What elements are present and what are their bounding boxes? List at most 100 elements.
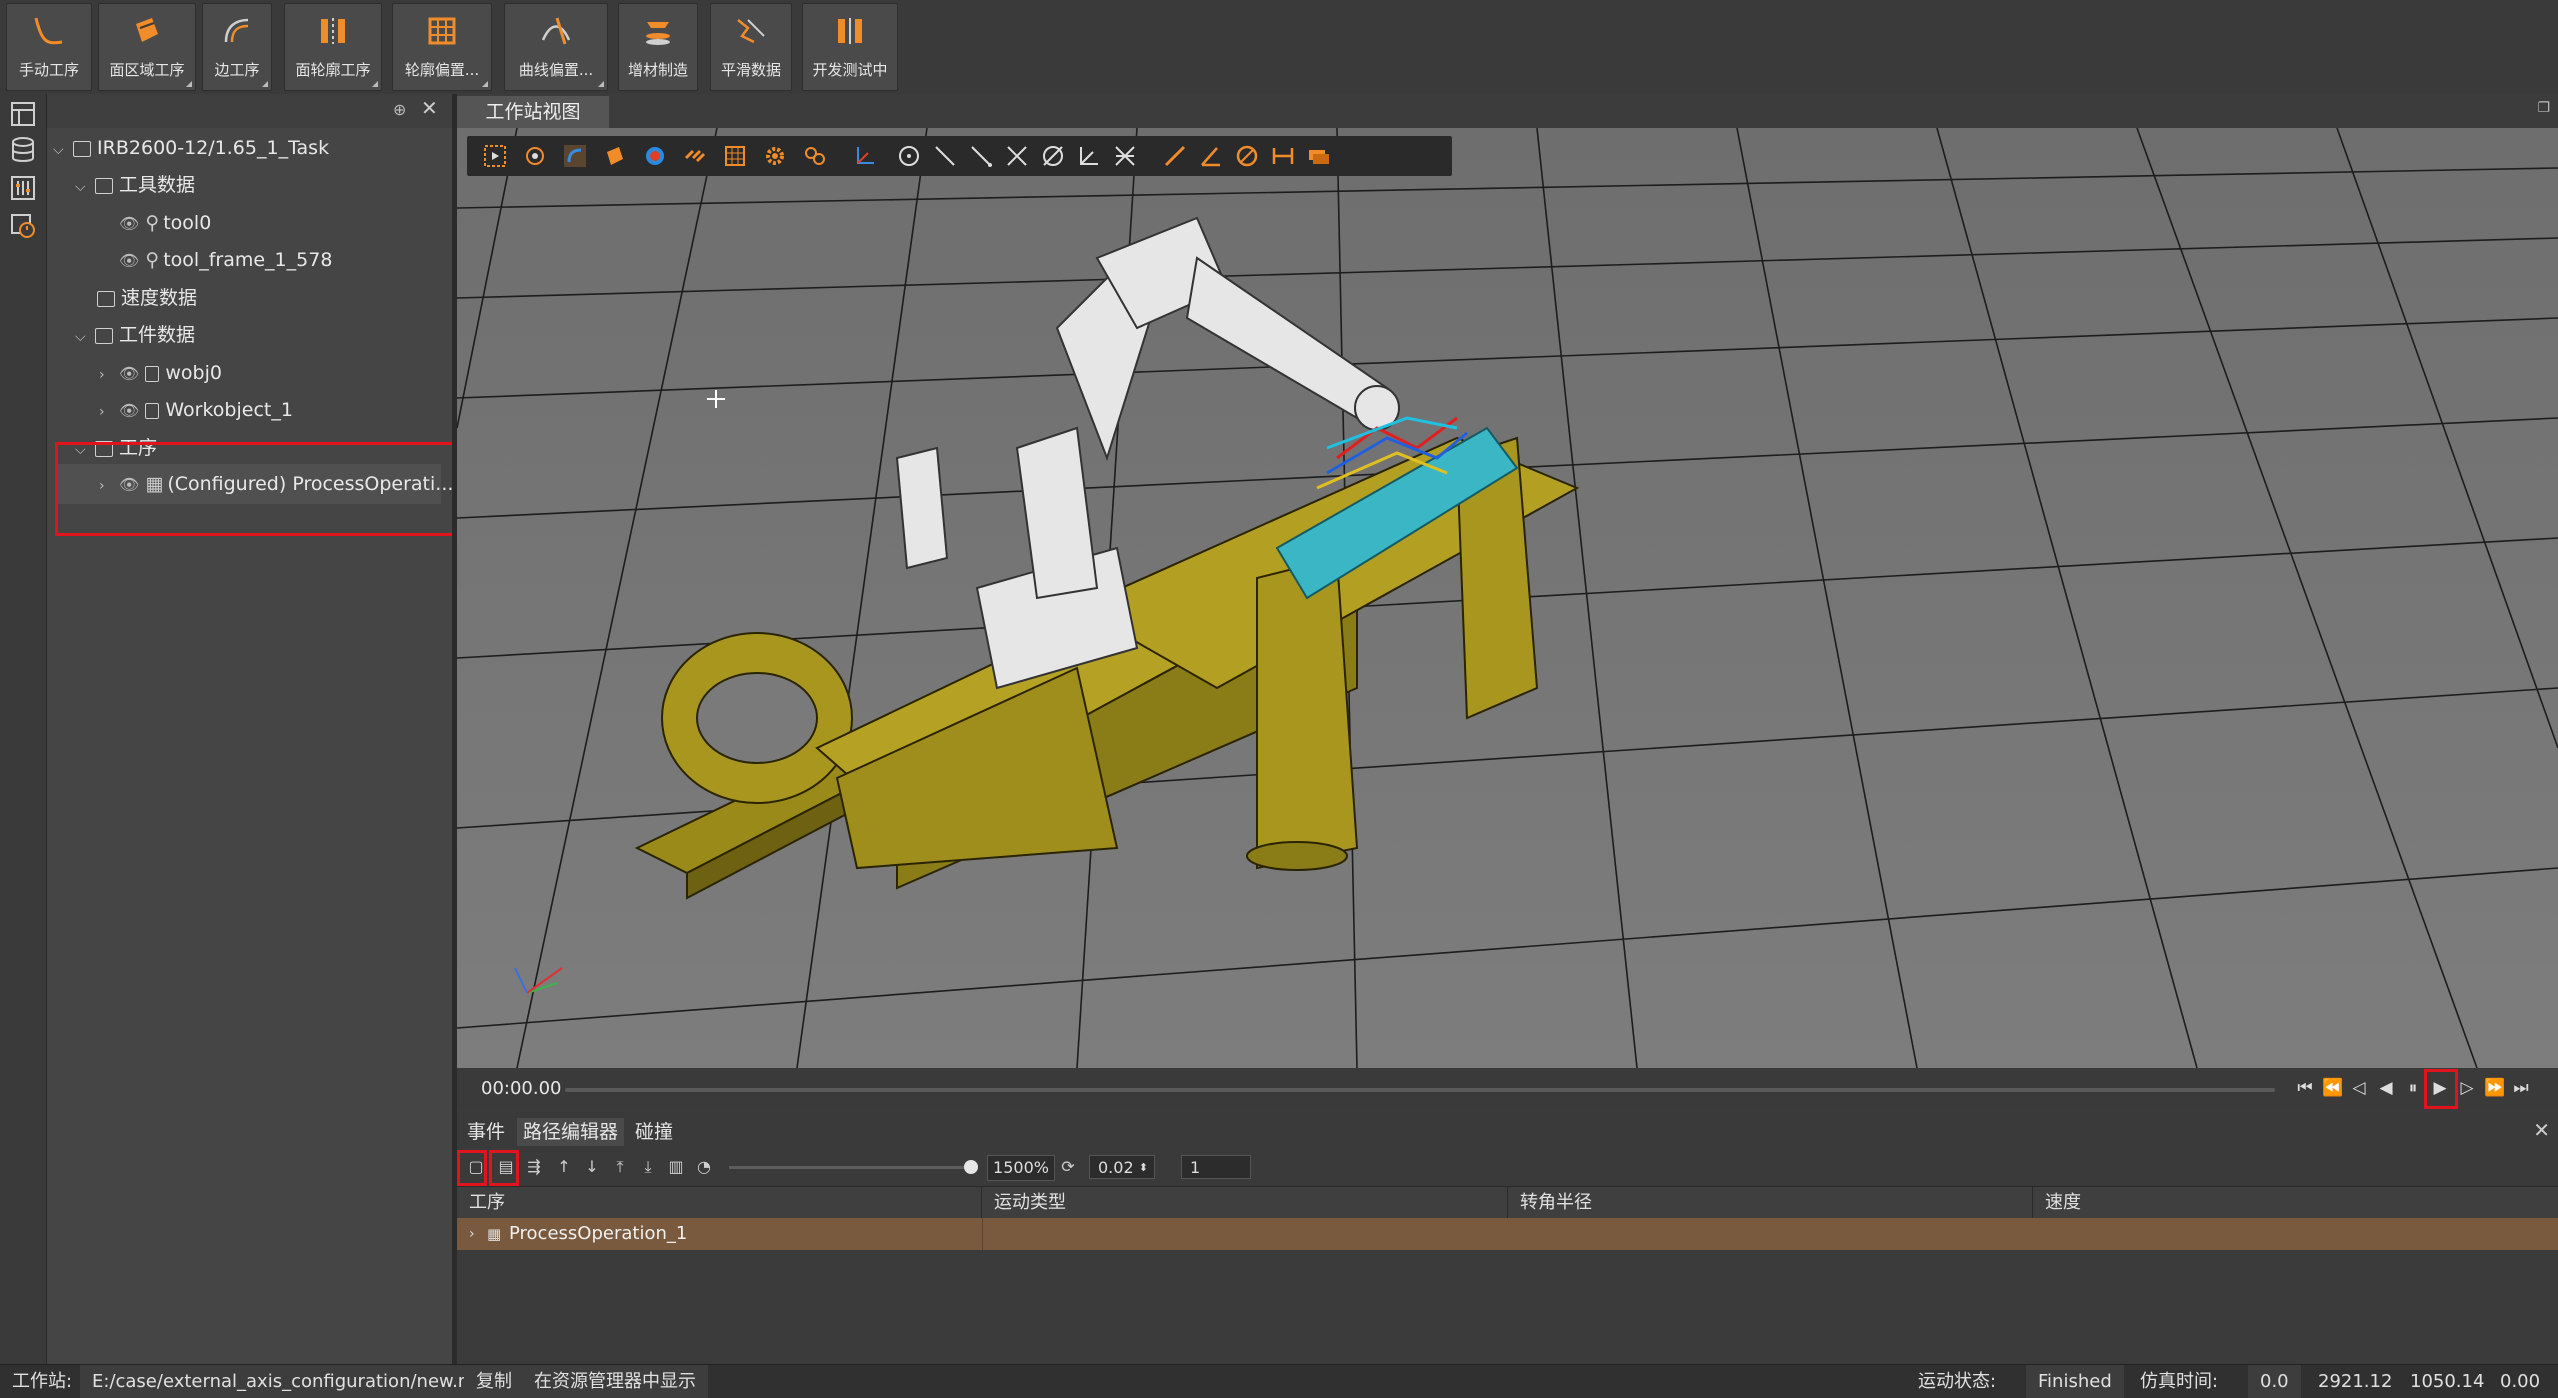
smooth-data-button[interactable]: 平滑数据 xyxy=(710,3,792,91)
measure-angle-icon[interactable] xyxy=(1199,144,1223,168)
station-label: 工作站: xyxy=(12,1371,73,1392)
skip-end-icon[interactable]: ⏭ xyxy=(2511,1078,2531,1098)
measure-circle-icon[interactable] xyxy=(1235,144,1259,168)
step-back-icon[interactable]: ⏪ xyxy=(2322,1078,2343,1098)
column-process[interactable]: 工序 xyxy=(457,1187,982,1219)
tab-events[interactable]: 事件 xyxy=(461,1118,511,1146)
body-select-icon[interactable] xyxy=(643,144,667,168)
measure-line-icon[interactable] xyxy=(1163,144,1187,168)
tab-collision[interactable]: 碰撞 xyxy=(629,1118,679,1146)
tree-item-tool-frame[interactable]: 👁 ⚲ tool_frame_1_578 xyxy=(119,243,332,277)
step-forward-icon[interactable]: ⏩ xyxy=(2484,1078,2505,1098)
gears-icon[interactable] xyxy=(803,144,827,168)
tree-item-tool-data[interactable]: ⌵ 工具数据 xyxy=(75,168,195,202)
dev-test-button[interactable]: 开发测试中 xyxy=(802,3,898,91)
move-bottom-icon[interactable]: ⤓ xyxy=(637,1156,659,1178)
intersect-icon[interactable] xyxy=(1005,144,1029,168)
tree-item-workpiece-data[interactable]: ⌵ 工件数据 xyxy=(75,318,195,352)
eye-icon[interactable]: 👁 xyxy=(119,394,139,428)
spin-arrows-icon[interactable]: ⬍ xyxy=(1139,1156,1148,1180)
close-icon[interactable]: ✕ xyxy=(2533,1118,2550,1142)
eye-icon[interactable]: 👁 xyxy=(119,207,139,241)
smooth-icon xyxy=(737,19,765,44)
additive-manufacturing-button[interactable]: 增材制造 xyxy=(618,3,698,91)
angle-icon[interactable] xyxy=(1077,144,1101,168)
tab-path-editor[interactable]: 路径编辑器 xyxy=(517,1118,625,1146)
copy-button[interactable]: 复制 xyxy=(464,1365,524,1398)
export-icon[interactable]: ⇶ xyxy=(523,1156,545,1178)
line-endpoint-icon[interactable] xyxy=(969,144,993,168)
curve-select-icon[interactable] xyxy=(563,144,587,168)
axes-icon[interactable] xyxy=(853,144,877,168)
speed-slider[interactable] xyxy=(729,1166,973,1169)
cross-grid-icon[interactable] xyxy=(1113,144,1137,168)
ribbon-button-label: 增材制造 xyxy=(627,61,688,79)
view-tab-bar: 工作站视图 ❐ xyxy=(457,94,2558,128)
chain-select-icon[interactable] xyxy=(683,144,707,168)
tree-item-wobj0[interactable]: › 👁 wobj0 xyxy=(99,356,222,390)
column-motion-type[interactable]: 运动类型 xyxy=(982,1187,1508,1219)
table-row[interactable]: › ▦ ProcessOperation_1 xyxy=(457,1218,2558,1250)
tab-workstation-view[interactable]: 工作站视图 xyxy=(457,96,609,128)
database-icon[interactable] xyxy=(9,136,37,164)
pause-icon[interactable]: ⏸ xyxy=(2403,1078,2423,1098)
process-target-icon[interactable] xyxy=(9,212,37,240)
column-speed[interactable]: 速度 xyxy=(2033,1187,2558,1219)
tree-item-workobject1[interactable]: › 👁 Workobject_1 xyxy=(99,393,293,427)
move-up-icon[interactable]: ↑ xyxy=(553,1156,575,1178)
sliders-icon[interactable] xyxy=(9,174,37,202)
move-down-icon[interactable]: ↓ xyxy=(581,1156,603,1178)
edge-process-button[interactable]: 边工序 xyxy=(202,3,272,91)
tree-item-task[interactable]: ⌵ IRB2600-12/1.65_1_Task xyxy=(53,131,329,165)
layout-icon[interactable] xyxy=(9,100,37,128)
chart-icon[interactable]: ▥ xyxy=(665,1156,687,1178)
measure-distance-icon[interactable] xyxy=(1271,144,1295,168)
restore-icon[interactable]: ❐ xyxy=(2537,100,2550,116)
grid-select-icon[interactable] xyxy=(723,144,747,168)
reverse-play-icon[interactable]: ◀ xyxy=(2376,1078,2396,1098)
contour-offset-button[interactable]: 轮廓偏置... xyxy=(392,3,492,91)
surface-region-process-button[interactable]: 面区域工序 xyxy=(98,3,196,91)
next-frame-icon[interactable]: ▷ xyxy=(2457,1078,2477,1098)
view-toolbar xyxy=(467,136,1452,176)
circle-line-icon[interactable] xyxy=(1041,144,1065,168)
speedometer-icon[interactable]: ◔ xyxy=(693,1156,715,1178)
tree-item-tool0[interactable]: 👁 ⚲ tool0 xyxy=(119,206,211,240)
tree-item-speed-data[interactable]: 速度数据 xyxy=(97,281,197,315)
chevron-right-icon[interactable]: › xyxy=(99,395,113,429)
speed-slider-handle[interactable] xyxy=(964,1160,978,1174)
chevron-right-icon[interactable]: › xyxy=(469,1218,475,1250)
pin-icon[interactable]: ⊕ xyxy=(393,100,406,119)
prev-frame-icon[interactable]: ◁ xyxy=(2349,1078,2369,1098)
show-in-explorer-button[interactable]: 在资源管理器中显示 xyxy=(522,1365,708,1398)
layers-icon[interactable] xyxy=(1307,144,1331,168)
target-select-icon[interactable] xyxy=(523,144,547,168)
column-corner-radius[interactable]: 转角半径 xyxy=(1508,1187,2033,1219)
eye-icon[interactable]: 👁 xyxy=(119,357,139,391)
line-icon[interactable] xyxy=(933,144,957,168)
loop-icon[interactable]: ⟳ xyxy=(1057,1156,1079,1178)
count-field[interactable]: 1 xyxy=(1181,1155,1251,1179)
manual-process-button[interactable]: 手动工序 xyxy=(6,3,92,91)
ribbon-button-label: 面轮廓工序 xyxy=(295,61,371,79)
curve-offset-button[interactable]: 曲线偏置... xyxy=(504,3,608,91)
skip-start-icon[interactable]: ⏮ xyxy=(2295,1078,2315,1098)
close-icon[interactable]: ✕ xyxy=(421,96,438,120)
speed-percent-field[interactable]: 1500% xyxy=(987,1155,1055,1181)
gear-icon[interactable] xyxy=(763,144,787,168)
eye-icon[interactable]: 👁 xyxy=(119,244,139,278)
3d-viewport[interactable] xyxy=(457,128,2558,1068)
scene-canvas xyxy=(457,128,2558,1068)
step-spinbox[interactable]: 0.02 ⬍ xyxy=(1089,1155,1155,1179)
select-box-icon[interactable] xyxy=(483,144,507,168)
chevron-down-icon[interactable]: ⌵ xyxy=(53,133,67,167)
chevron-down-icon[interactable]: ⌵ xyxy=(75,320,89,354)
move-top-icon[interactable]: ⤒ xyxy=(609,1156,631,1178)
chevron-right-icon[interactable]: › xyxy=(99,358,113,392)
coordinate-x: 2921.12 xyxy=(2318,1371,2393,1392)
circle-point-icon[interactable] xyxy=(897,144,921,168)
surface-select-icon[interactable] xyxy=(603,144,627,168)
surface-contour-process-button[interactable]: 面轮廓工序 xyxy=(284,3,382,91)
timeline-slider[interactable] xyxy=(565,1088,2275,1092)
chevron-down-icon[interactable]: ⌵ xyxy=(75,170,89,204)
